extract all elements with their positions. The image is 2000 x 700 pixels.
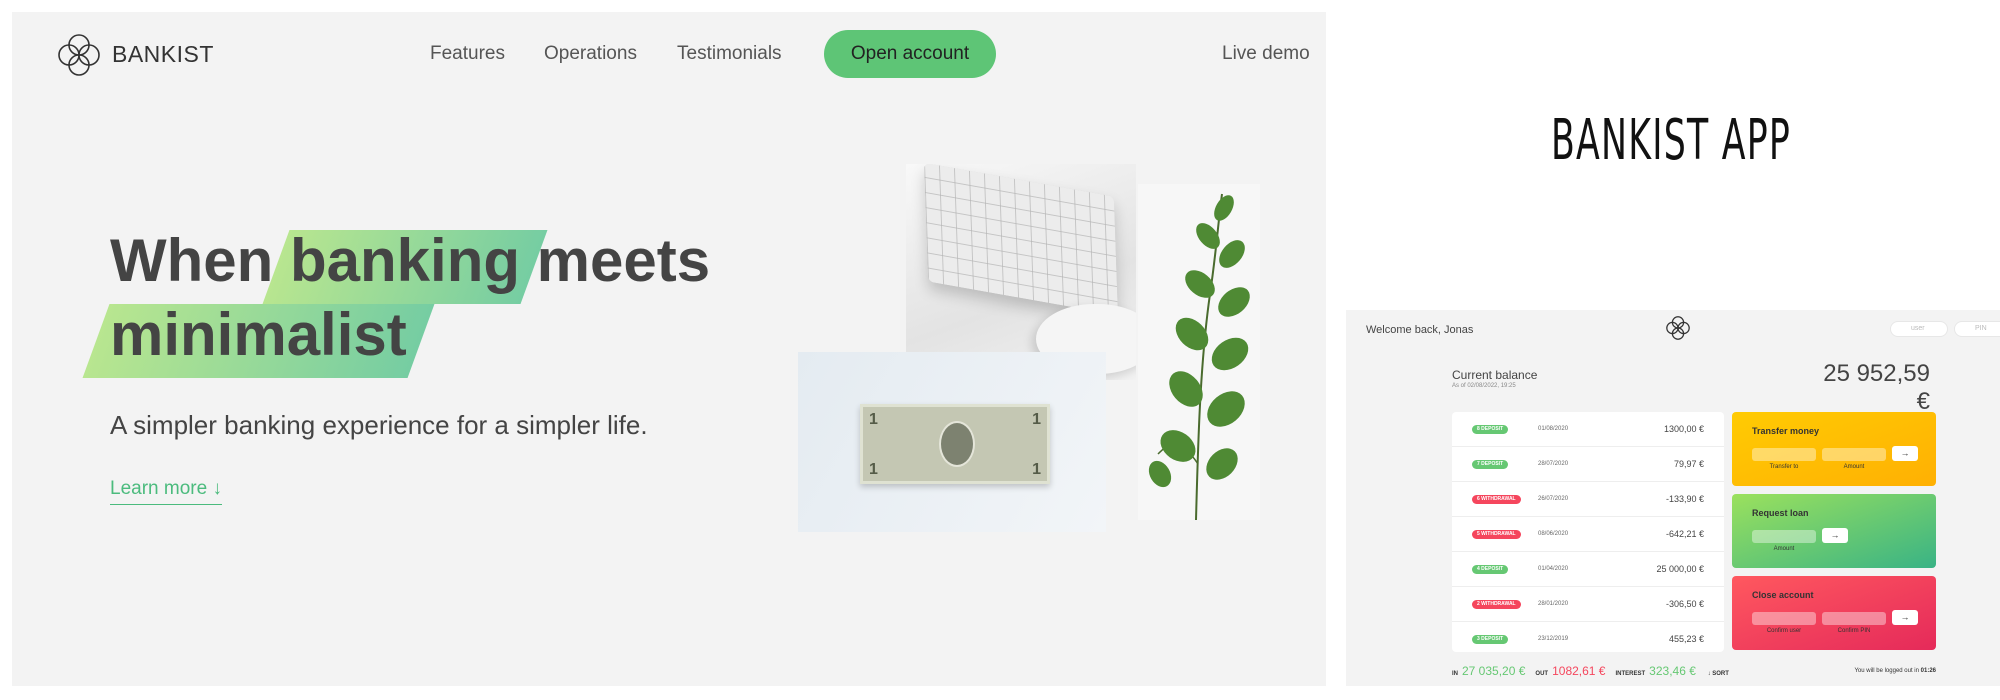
movement-row: 4 DEPOSIT 01/04/2020 25 000,00 € [1452,552,1724,587]
balance-date: As of 02/08/2022, 19:25 [1452,383,1516,389]
transfer-submit-button[interactable]: → [1892,446,1918,461]
close-title: Close account [1752,590,1814,600]
movement-value: -133,90 € [1665,494,1704,504]
bill-portrait [939,421,975,467]
nav-link-testimonials[interactable]: Testimonials [677,43,782,65]
bill-denomination: 1 [869,411,878,428]
movement-type-badge: 6 WITHDRAWAL [1472,495,1521,504]
summary-interest-value: 323,46 € [1649,664,1696,678]
top-nav: BANKIST Features Operations Testimonials… [12,12,1326,96]
transfer-title: Transfer money [1752,426,1820,436]
hero-title-highlight: minimalist [110,298,407,372]
transfer-amount-input[interactable] [1822,448,1886,461]
request-loan-panel: Request loan Amount → [1732,494,1936,568]
bill-denomination: 1 [1032,461,1041,478]
confirm-pin-input[interactable] [1822,612,1886,625]
movement-type-badge: 4 DEPOSIT [1472,565,1509,574]
movement-row: 7 DEPOSIT 28/07/2020 79,97 € [1452,447,1724,482]
movement-date: 28/07/2020 [1538,461,1569,467]
movement-type-badge: 7 DEPOSIT [1472,460,1509,469]
balance-label: Current balance [1452,368,1538,382]
summary-out-label: OUT [1535,671,1549,677]
transfer-money-panel: Transfer money Transfer to Amount → [1732,412,1936,486]
login-pin-input[interactable]: PIN [1954,321,2000,337]
movement-type-badge: 8 DEPOSIT [1472,425,1509,434]
welcome-message: Welcome back, Jonas [1366,324,1474,336]
close-account-panel: Close account Confirm user Confirm PIN → [1732,576,1936,650]
login-user-input[interactable]: user [1890,321,1948,337]
dollar-bill-image: 1 1 1 1 [798,352,1106,532]
learn-more-link[interactable]: Learn more ↓ [110,478,222,505]
brand-name: BANKIST [112,41,214,67]
movement-date: 08/06/2020 [1538,531,1569,537]
movement-row: 8 DEPOSIT 01/08/2020 1300,00 € [1452,412,1724,447]
loan-title: Request loan [1752,508,1809,518]
hero-title-word: meets [536,227,711,294]
keyboard-mouse-image [906,164,1136,380]
nav-link-live-demo[interactable]: Live demo [1222,43,1310,65]
confirm-pin-label: Confirm PIN [1837,628,1871,634]
movement-date: 01/08/2020 [1538,426,1569,432]
hero-title-word: When [110,227,274,294]
movement-date: 23/12/2019 [1538,636,1569,642]
movement-row: 6 WITHDRAWAL 26/07/2020 -133,90 € [1452,482,1724,517]
movement-row: 5 WITHDRAWAL 08/06/2020 -642,21 € [1452,517,1724,552]
movement-value: -642,21 € [1665,529,1704,539]
keyboard-shape [923,164,1119,316]
movement-date: 28/01/2020 [1538,601,1569,607]
summary-interest-label: INTEREST [1615,671,1646,677]
logout-message: You will be logged out in [1854,668,1919,674]
logout-timer-text: You will be logged out in 01:26 [1776,668,1936,674]
movement-date: 26/07/2020 [1538,496,1569,502]
loan-amount-input[interactable] [1752,530,1816,543]
app-heading: BANKIST APP [1550,108,1792,173]
movements-list: 8 DEPOSIT 01/08/2020 1300,00 € 7 DEPOSIT… [1452,412,1724,652]
logout-timer: 01:26 [1920,668,1936,674]
summary-out-value: 1082,61 € [1552,664,1606,678]
summary-in-value: 27 035,20 € [1462,664,1526,678]
movement-type-badge: 3 DEPOSIT [1472,635,1509,644]
bill-denomination: 1 [869,461,878,478]
bankist-landing-page: BANKIST Features Operations Testimonials… [12,12,1326,686]
nav-link-operations[interactable]: Operations [544,43,637,65]
summary-bar: IN 27 035,20 € OUT 1082,61 € INTEREST 323,4… [1452,664,1729,678]
app-logo-icon [1666,316,1690,340]
movement-row: 3 DEPOSIT 23/12/2019 455,23 € [1452,622,1724,652]
movement-type-badge: 2 WITHDRAWAL [1472,600,1521,609]
hero-title-highlight: banking [290,224,520,298]
movement-row: 2 WITHDRAWAL 28/01/2020 -306,50 € [1452,587,1724,622]
movement-type-badge: 5 WITHDRAWAL [1472,530,1521,539]
movement-value: 455,23 € [1668,634,1704,644]
bankist-app-screen: Welcome back, Jonas user PIN Current bal… [1346,310,2000,686]
loan-submit-button[interactable]: → [1822,528,1848,543]
confirm-user-label: Confirm user [1766,628,1802,634]
open-account-button[interactable]: Open account [824,30,996,78]
movement-value: 25 000,00 € [1656,564,1704,574]
nav-link-features[interactable]: Features [430,43,505,65]
hero-subtitle: A simpler banking experience for a simpl… [110,410,648,440]
movement-date: 01/04/2020 [1538,566,1569,572]
transfer-to-label: Transfer to [1769,464,1799,470]
transfer-to-input[interactable] [1752,448,1816,461]
dollar-bill: 1 1 1 1 [860,404,1050,484]
bankist-logo-icon[interactable] [54,30,104,80]
plant-image [1138,184,1260,520]
balance-value: 25 952,59 € [1823,360,1930,415]
sort-button[interactable]: ↓ SORT [1708,671,1729,677]
movement-value: 79,97 € [1673,459,1704,469]
hero-title: When banking meets minimalist [110,224,710,372]
close-submit-button[interactable]: → [1892,610,1918,625]
plant-illustration [1148,193,1250,520]
bill-denomination: 1 [1032,411,1041,428]
confirm-user-input[interactable] [1752,612,1816,625]
loan-amount-label: Amount [1773,546,1795,552]
movement-value: 1300,00 € [1663,424,1704,434]
summary-in-label: IN [1452,671,1458,677]
transfer-amount-label: Amount [1843,464,1865,470]
movement-value: -306,50 € [1665,599,1704,609]
